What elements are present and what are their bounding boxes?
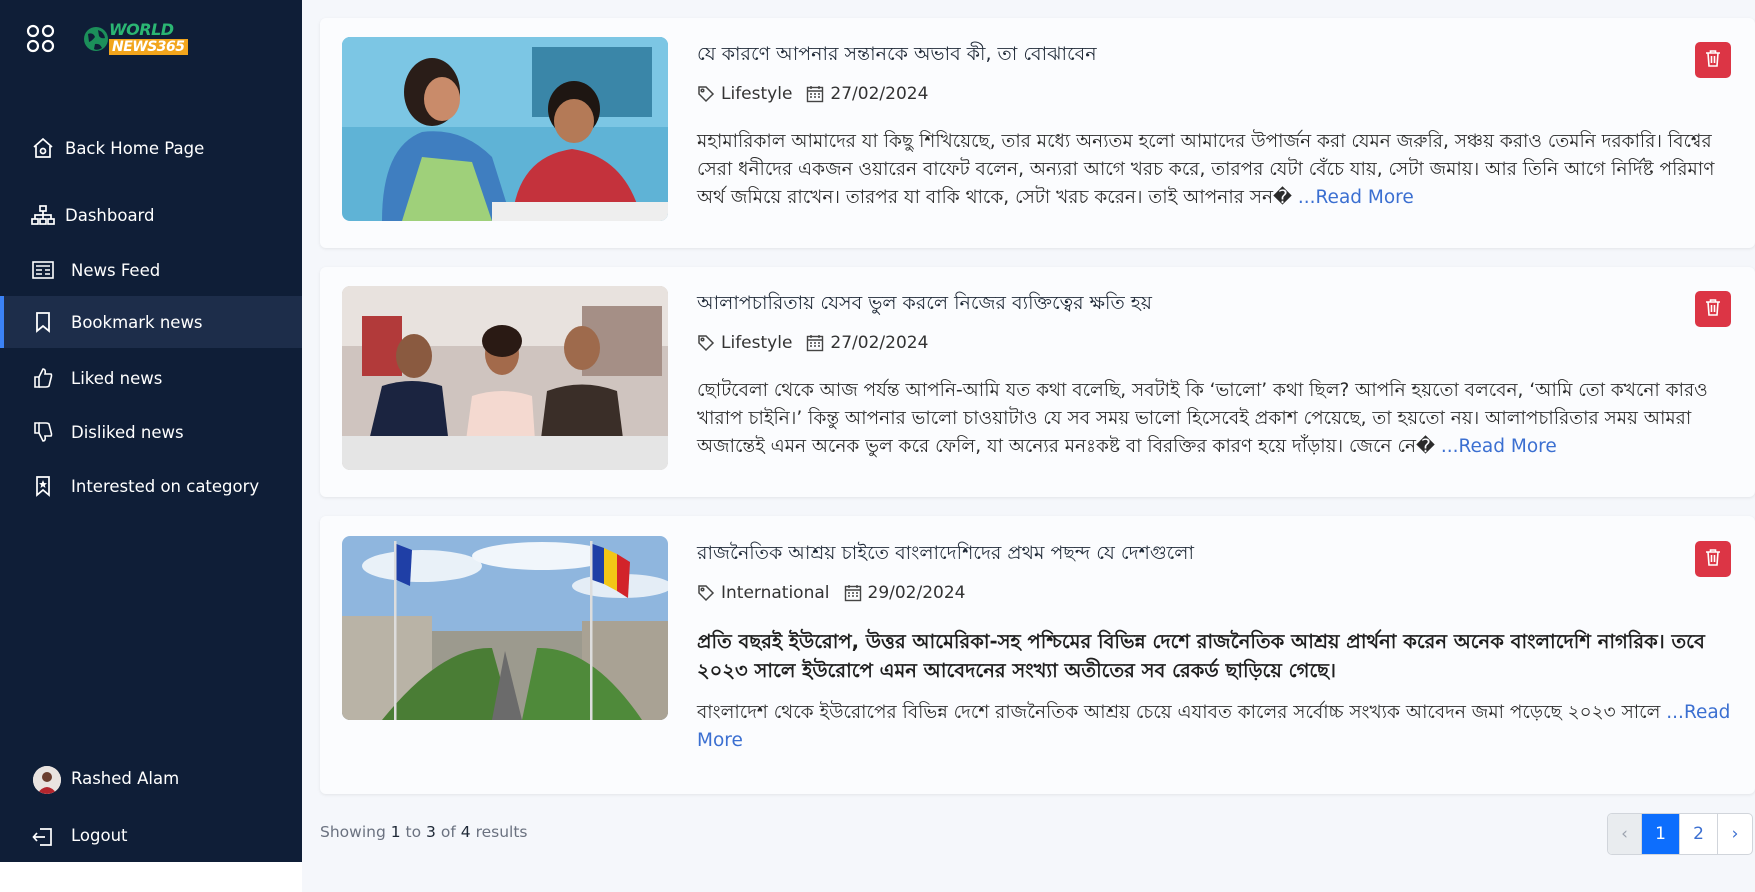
sidebar-item-dashboard[interactable]: Dashboard	[0, 189, 302, 241]
read-more-link[interactable]: ...Read More	[1298, 187, 1414, 208]
excerpt-text: মহামারিকাল আমাদের যা কিছু শিখিয়েছে, তার…	[697, 131, 1715, 208]
article-date: 29/02/2024	[867, 583, 966, 603]
summary-to: 3	[426, 823, 436, 841]
thumbs-up-icon	[30, 365, 56, 391]
read-more-link[interactable]: ...Read More	[1441, 436, 1557, 457]
article-thumbnail[interactable]	[342, 286, 668, 470]
user-name: Rashed Alam	[71, 769, 180, 788]
summary-to-word: to	[405, 823, 422, 841]
logo-word-news: NEWS365	[109, 39, 188, 55]
thumbs-down-icon	[30, 419, 56, 445]
sidebar-item-label: Interested on category	[71, 476, 260, 496]
main-content: যে কারণে আপনার সন্তানকে অভাব কী, তা বোঝা…	[302, 0, 1755, 892]
sidebar-item-label: Back Home Page	[65, 138, 205, 158]
trash-icon	[1705, 548, 1721, 570]
article-excerpt: বাংলাদেশ থেকে ইউরোপের বিভিন্ন দেশে রাজনৈ…	[697, 699, 1737, 755]
home-icon	[30, 135, 56, 161]
page-1-button[interactable]: 1	[1642, 814, 1680, 854]
logout-button[interactable]: Logout	[0, 812, 302, 862]
logout-icon	[30, 824, 56, 850]
page-2-button[interactable]: 2	[1680, 814, 1718, 854]
sidebar-item-label: Dashboard	[65, 205, 155, 225]
excerpt-text: বাংলাদেশ থেকে ইউরোপের বিভিন্ন দেশে রাজনৈ…	[697, 702, 1661, 723]
sidebar-item-label: News Feed	[71, 260, 161, 280]
logo-word-world: WORLD	[109, 20, 174, 39]
prev-page-button[interactable]: ‹	[1608, 814, 1642, 854]
bookmark-card: আলাপচারিতায় যেসব ভুল করলে নিজের ব্যক্তি…	[320, 267, 1755, 497]
article-title[interactable]: যে কারণে আপনার সন্তানকে অভাব কী, তা বোঝা…	[697, 40, 1097, 72]
sidebar-item-news-feed[interactable]: News Feed	[0, 244, 302, 296]
sidebar-item-interested-category[interactable]: Interested on category	[0, 460, 302, 512]
article-thumbnail[interactable]	[342, 37, 668, 221]
summary-of-word: of	[440, 823, 456, 841]
summary-from: 1	[390, 823, 401, 841]
trash-icon	[1705, 49, 1721, 71]
article-excerpt: ছোটবেলা থেকে আজ পর্যন্ত আপনি-আমি যত কথা …	[697, 377, 1737, 461]
article-title[interactable]: আলাপচারিতায় যেসব ভুল করলে নিজের ব্যক্তি…	[697, 289, 1152, 321]
next-page-button[interactable]: ›	[1718, 814, 1752, 854]
summary-prefix: Showing	[320, 823, 386, 841]
logout-label: Logout	[71, 826, 128, 845]
article-lead: প্রতি বছরই ইউরোপ, উত্তর আমেরিকা-সহ পশ্চি…	[697, 630, 1705, 682]
tag-icon	[697, 584, 715, 602]
article-meta: International 29/02/2024	[697, 583, 965, 603]
sidebar-item-bookmark-news[interactable]: Bookmark news	[0, 296, 302, 348]
bookmark-icon	[30, 309, 56, 335]
article-category: International	[721, 583, 830, 603]
calendar-icon	[844, 584, 862, 602]
sitemap-icon	[30, 202, 56, 228]
article-title[interactable]: রাজনৈতিক আশ্রয় চাইতে বাংলাদেশিদের প্রথম…	[697, 539, 1194, 571]
delete-bookmark-button[interactable]	[1695, 42, 1731, 78]
sidebar-item-disliked-news[interactable]: Disliked news	[0, 406, 302, 458]
sidebar-item-label: Disliked news	[71, 422, 184, 442]
avatar	[33, 766, 61, 794]
article-date: 27/02/2024	[830, 333, 929, 353]
calendar-icon	[806, 334, 824, 352]
article-excerpt: মহামারিকাল আমাদের যা কিছু শিখিয়েছে, তার…	[697, 128, 1737, 212]
trash-icon	[1705, 298, 1721, 320]
pagination: ‹ 1 2 ›	[1607, 813, 1753, 855]
calendar-icon	[806, 85, 824, 103]
tag-icon	[697, 85, 715, 103]
article-thumbnail[interactable]	[342, 536, 668, 720]
grid-menu-icon[interactable]	[26, 24, 56, 54]
delete-bookmark-button[interactable]	[1695, 291, 1731, 327]
bookmark-card: যে কারণে আপনার সন্তানকে অভাব কী, তা বোঝা…	[320, 18, 1755, 248]
article-date: 27/02/2024	[830, 84, 929, 104]
article-meta: Lifestyle 27/02/2024	[697, 84, 928, 104]
delete-bookmark-button[interactable]	[1695, 541, 1731, 577]
tag-icon	[697, 334, 715, 352]
sidebar-item-label: Bookmark news	[71, 312, 203, 332]
sidebar-item-liked-news[interactable]: Liked news	[0, 352, 302, 404]
bookmark-star-icon	[30, 473, 56, 499]
article-category: Lifestyle	[721, 84, 793, 104]
results-summary: Showing 1 to 3 of 4 results	[320, 823, 528, 841]
article-category: Lifestyle	[721, 333, 793, 353]
sidebar-item-label: Liked news	[71, 368, 163, 388]
article-meta: Lifestyle 27/02/2024	[697, 333, 928, 353]
user-profile[interactable]: Rashed Alam	[0, 755, 302, 805]
sidebar-item-back-home[interactable]: Back Home Page	[0, 122, 302, 174]
sidebar: WORLD NEWS365 Back Home Page Dashboard N…	[0, 0, 302, 862]
bookmark-card: রাজনৈতিক আশ্রয় চাইতে বাংলাদেশিদের প্রথম…	[320, 516, 1755, 794]
newspaper-icon	[30, 257, 56, 283]
summary-results-word: results	[475, 823, 528, 841]
logo[interactable]: WORLD NEWS365	[83, 20, 201, 58]
summary-total: 4	[460, 823, 471, 841]
